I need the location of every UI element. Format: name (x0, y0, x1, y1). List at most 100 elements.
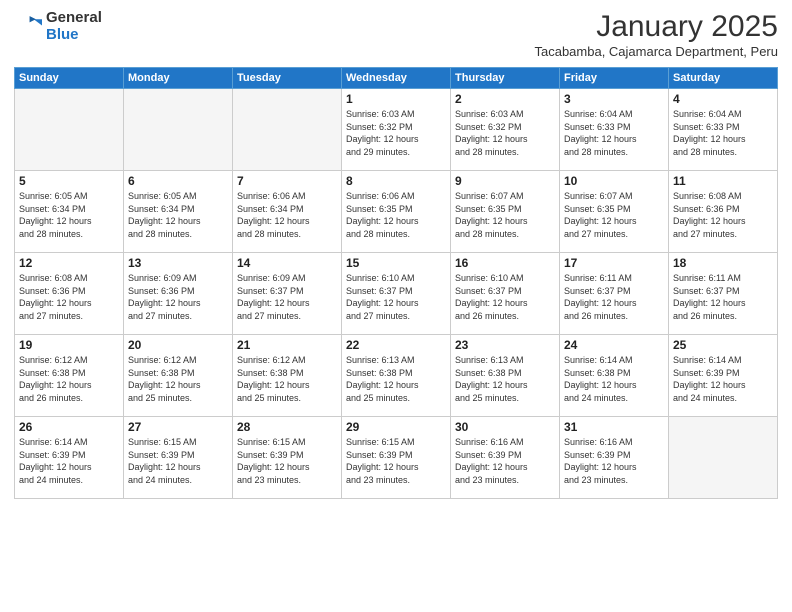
day-info: Sunrise: 6:16 AM Sunset: 6:39 PM Dayligh… (564, 436, 664, 486)
calendar-cell: 27 Sunrise: 6:15 AM Sunset: 6:39 PM Dayli… (124, 417, 233, 499)
day-number: 15 (346, 256, 446, 270)
calendar-cell: 21Sunrise: 6:12 AM Sunset: 6:38 PM Dayli… (233, 335, 342, 417)
day-info: Sunrise: 6:08 AM Sunset: 6:36 PM Dayligh… (673, 190, 773, 240)
calendar-cell: 18Sunrise: 6:11 AM Sunset: 6:37 PM Dayli… (669, 253, 778, 335)
calendar-cell: 29 Sunrise: 6:15 AM Sunset: 6:39 PM Dayli… (342, 417, 451, 499)
calendar-cell: 15 Sunrise: 6:10 AM Sunset: 6:37 PM Dayli… (342, 253, 451, 335)
day-info: Sunrise: 6:12 AM Sunset: 6:38 PM Dayligh… (19, 354, 119, 404)
calendar-cell: 3 Sunrise: 6:04 AM Sunset: 6:33 PM Daylig… (560, 89, 669, 171)
day-info: Sunrise: 6:07 AM Sunset: 6:35 PM Dayligh… (455, 190, 555, 240)
calendar-cell: 30Sunrise: 6:16 AM Sunset: 6:39 PM Dayli… (451, 417, 560, 499)
logo-general: General (46, 10, 102, 27)
calendar-cell (233, 89, 342, 171)
day-info: Sunrise: 6:14 AM Sunset: 6:38 PM Dayligh… (564, 354, 664, 404)
day-info: Sunrise: 6:07 AM Sunset: 6:35 PM Dayligh… (564, 190, 664, 240)
calendar-cell: 14 Sunrise: 6:09 AM Sunset: 6:37 PM Dayli… (233, 253, 342, 335)
calendar-cell: 24 Sunrise: 6:14 AM Sunset: 6:38 PM Dayli… (560, 335, 669, 417)
day-number: 8 (346, 174, 446, 188)
day-info: Sunrise: 6:10 AM Sunset: 6:37 PM Dayligh… (455, 272, 555, 322)
day-info: Sunrise: 6:15 AM Sunset: 6:39 PM Dayligh… (346, 436, 446, 486)
header: General Blue January 2025 Tacabamba, Caj… (14, 10, 778, 59)
weekday-header: Sunday (15, 68, 124, 89)
day-info: Sunrise: 6:08 AM Sunset: 6:36 PM Dayligh… (19, 272, 119, 322)
day-number: 26 (19, 420, 119, 434)
day-number: 23 (455, 338, 555, 352)
subtitle: Tacabamba, Cajamarca Department, Peru (534, 44, 778, 59)
day-number: 3 (564, 92, 664, 106)
day-number: 30 (455, 420, 555, 434)
logo-text: General Blue (46, 10, 102, 43)
calendar-cell: 2 Sunrise: 6:03 AM Sunset: 6:32 PM Daylig… (451, 89, 560, 171)
calendar-cell: 7 Sunrise: 6:06 AM Sunset: 6:34 PM Daylig… (233, 171, 342, 253)
calendar-cell: 23 Sunrise: 6:13 AM Sunset: 6:38 PM Dayli… (451, 335, 560, 417)
day-number: 2 (455, 92, 555, 106)
day-info: Sunrise: 6:12 AM Sunset: 6:38 PM Dayligh… (128, 354, 228, 404)
weekday-header: Wednesday (342, 68, 451, 89)
day-info: Sunrise: 6:06 AM Sunset: 6:34 PM Dayligh… (237, 190, 337, 240)
day-info: Sunrise: 6:05 AM Sunset: 6:34 PM Dayligh… (128, 190, 228, 240)
day-info: Sunrise: 6:04 AM Sunset: 6:33 PM Dayligh… (564, 108, 664, 158)
calendar-cell (15, 89, 124, 171)
day-number: 29 (346, 420, 446, 434)
day-number: 22 (346, 338, 446, 352)
day-number: 14 (237, 256, 337, 270)
calendar-cell: 16 Sunrise: 6:10 AM Sunset: 6:37 PM Dayli… (451, 253, 560, 335)
day-info: Sunrise: 6:03 AM Sunset: 6:32 PM Dayligh… (346, 108, 446, 158)
calendar-cell: 26 Sunrise: 6:14 AM Sunset: 6:39 PM Dayli… (15, 417, 124, 499)
day-number: 7 (237, 174, 337, 188)
day-info: Sunrise: 6:10 AM Sunset: 6:37 PM Dayligh… (346, 272, 446, 322)
calendar-cell (124, 89, 233, 171)
day-number: 11 (673, 174, 773, 188)
calendar-cell: 28 Sunrise: 6:15 AM Sunset: 6:39 PM Dayli… (233, 417, 342, 499)
day-info: Sunrise: 6:14 AM Sunset: 6:39 PM Dayligh… (19, 436, 119, 486)
day-number: 20 (128, 338, 228, 352)
day-number: 6 (128, 174, 228, 188)
day-number: 24 (564, 338, 664, 352)
day-info: Sunrise: 6:13 AM Sunset: 6:38 PM Dayligh… (455, 354, 555, 404)
calendar-cell: 8Sunrise: 6:06 AM Sunset: 6:35 PM Daylig… (342, 171, 451, 253)
day-info: Sunrise: 6:09 AM Sunset: 6:36 PM Dayligh… (128, 272, 228, 322)
calendar-week-row: 12 Sunrise: 6:08 AM Sunset: 6:36 PM Dayli… (15, 253, 778, 335)
weekday-header: Monday (124, 68, 233, 89)
logo: General Blue (14, 10, 102, 43)
weekday-header: Saturday (669, 68, 778, 89)
logo-blue: Blue (46, 27, 102, 44)
day-number: 9 (455, 174, 555, 188)
day-number: 16 (455, 256, 555, 270)
calendar-cell (669, 417, 778, 499)
calendar-cell: 13 Sunrise: 6:09 AM Sunset: 6:36 PM Dayli… (124, 253, 233, 335)
day-info: Sunrise: 6:11 AM Sunset: 6:37 PM Dayligh… (564, 272, 664, 322)
calendar-cell: 10Sunrise: 6:07 AM Sunset: 6:35 PM Dayli… (560, 171, 669, 253)
day-number: 13 (128, 256, 228, 270)
day-info: Sunrise: 6:05 AM Sunset: 6:34 PM Dayligh… (19, 190, 119, 240)
day-info: Sunrise: 6:14 AM Sunset: 6:39 PM Dayligh… (673, 354, 773, 404)
calendar-cell: 6 Sunrise: 6:05 AM Sunset: 6:34 PM Daylig… (124, 171, 233, 253)
logo-icon (14, 13, 42, 41)
day-number: 27 (128, 420, 228, 434)
weekday-header: Thursday (451, 68, 560, 89)
calendar-cell: 4Sunrise: 6:04 AM Sunset: 6:33 PM Daylig… (669, 89, 778, 171)
weekday-header: Tuesday (233, 68, 342, 89)
day-number: 17 (564, 256, 664, 270)
day-number: 28 (237, 420, 337, 434)
month-title: January 2025 (534, 10, 778, 44)
calendar-cell: 22 Sunrise: 6:13 AM Sunset: 6:38 PM Dayli… (342, 335, 451, 417)
day-info: Sunrise: 6:15 AM Sunset: 6:39 PM Dayligh… (237, 436, 337, 486)
day-info: Sunrise: 6:13 AM Sunset: 6:38 PM Dayligh… (346, 354, 446, 404)
calendar-cell: 5Sunrise: 6:05 AM Sunset: 6:34 PM Daylig… (15, 171, 124, 253)
day-info: Sunrise: 6:09 AM Sunset: 6:37 PM Dayligh… (237, 272, 337, 322)
day-info: Sunrise: 6:15 AM Sunset: 6:39 PM Dayligh… (128, 436, 228, 486)
calendar-week-row: 26 Sunrise: 6:14 AM Sunset: 6:39 PM Dayli… (15, 417, 778, 499)
day-number: 1 (346, 92, 446, 106)
day-number: 25 (673, 338, 773, 352)
day-info: Sunrise: 6:11 AM Sunset: 6:37 PM Dayligh… (673, 272, 773, 322)
title-block: January 2025 Tacabamba, Cajamarca Depart… (534, 10, 778, 59)
calendar-week-row: 1 Sunrise: 6:03 AM Sunset: 6:32 PM Daylig… (15, 89, 778, 171)
day-number: 4 (673, 92, 773, 106)
day-number: 12 (19, 256, 119, 270)
calendar-cell: 17 Sunrise: 6:11 AM Sunset: 6:37 PM Dayli… (560, 253, 669, 335)
calendar-table: SundayMondayTuesdayWednesdayThursdayFrid… (14, 67, 778, 499)
day-info: Sunrise: 6:03 AM Sunset: 6:32 PM Dayligh… (455, 108, 555, 158)
page: General Blue January 2025 Tacabamba, Caj… (0, 0, 792, 612)
calendar-cell: 12 Sunrise: 6:08 AM Sunset: 6:36 PM Dayli… (15, 253, 124, 335)
